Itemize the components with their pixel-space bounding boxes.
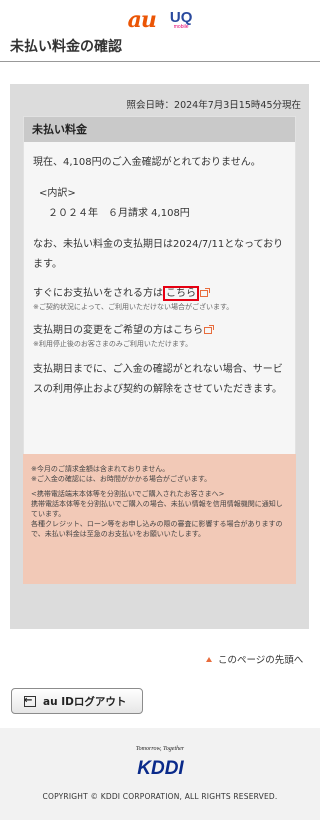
inquiry-datetime: 照会日時：2024年7月3日15時45分現在	[126, 100, 301, 111]
notice-line: ※今月のご請求金額は含まれておりません。	[31, 465, 170, 473]
footer: Tomorrow, Together KDDI COPYRIGHT © KDDI…	[0, 728, 320, 820]
site-header: au UQ mobile	[0, 0, 320, 38]
footer-tagline: Tomorrow, Together	[135, 746, 185, 752]
logout-icon	[24, 693, 36, 709]
page-title: 未払い料金の確認	[10, 39, 122, 55]
notice-line: 各種クレジット、ローン等をお申し込みの際の審査に影響する場合がありますので、未払…	[31, 520, 283, 538]
notice-line: ※ご入金の確認には、お時間がかかる場合がございます。	[31, 475, 212, 483]
title-divider	[0, 61, 320, 62]
payment-status-text: 現在、4,108円のご入金確認がとれておりません。	[33, 157, 261, 168]
pay-now-link[interactable]: こちら	[163, 286, 199, 301]
external-link-icon	[200, 287, 210, 297]
notice-line: <携帯電話端末本体等を分割払いでご購入されたお客さまへ>	[31, 490, 225, 498]
due-date-notice: なお、未払い料金の支払期日は2024/7/11となっております。	[33, 239, 284, 270]
breakdown-label: <内訳>	[39, 188, 76, 199]
breakdown: <内訳> ２０２４年 ６月請求 4,108円	[33, 184, 286, 224]
uq-logo-text: UQ	[169, 9, 193, 26]
kddi-logo[interactable]: KDDI	[123, 756, 198, 778]
pay-now-prompt: すぐにお支払いをされる方は	[33, 288, 163, 299]
panel-heading: 未払い料金	[24, 117, 295, 142]
notice-line: 携帯電話本体等を分割払いでご購入の場合、未払い情報を信用情報機関に通知しています…	[31, 500, 283, 518]
au-logo[interactable]: au	[128, 7, 157, 33]
page-top-label: このページの先頭へ	[218, 655, 304, 666]
change-due-block: 支払期日の変更をご希望の方はこちら ※利用停止後のお客さまのみご利用いただけます…	[33, 323, 286, 349]
content-area: 照会日時：2024年7月3日15時45分現在 未払い料金 現在、4,108円のご…	[10, 84, 309, 629]
logout-button[interactable]: au IDログアウト	[11, 688, 143, 714]
page-top-link[interactable]: このページの先頭へ	[206, 652, 303, 666]
suspension-warning: 支払期日までに、ご入金の確認がとれない場合、サービスの利用停止および契約の解除を…	[33, 364, 283, 395]
logout-label: au IDログアウト	[43, 695, 127, 708]
kddi-logo-text: KDDI	[137, 758, 184, 778]
pay-now-note: ※ご契約状況によって、ご利用いただけない場合がございます。	[33, 303, 234, 311]
notice-box: ※今月のご請求金額は含まれておりません。 ※ご入金の確認には、お時間がかかる場合…	[23, 454, 296, 584]
change-due-link[interactable]: こちら	[173, 325, 203, 336]
breakdown-item: ２０２４年 ６月請求 4,108円	[48, 208, 190, 219]
change-due-note: ※利用停止後のお客さまのみご利用いただけます。	[33, 340, 193, 348]
panel-body: 現在、4,108円のご入金確認がとれておりません。 <内訳> ２０２４年 ６月請…	[24, 142, 295, 400]
copyright: COPYRIGHT © KDDI CORPORATION, ALL RIGHTS…	[42, 792, 278, 801]
pay-now-block: すぐにお支払いをされる方は こちら ※ご契約状況によって、ご利用いただけない場合が…	[33, 286, 286, 312]
change-due-prompt: 支払期日の変更をご希望の方は	[33, 325, 173, 336]
up-arrow-icon	[206, 656, 212, 662]
uq-logo-sub: mobile	[173, 24, 189, 30]
external-link-icon	[204, 324, 214, 334]
uq-mobile-logo[interactable]: UQ mobile	[170, 10, 193, 30]
